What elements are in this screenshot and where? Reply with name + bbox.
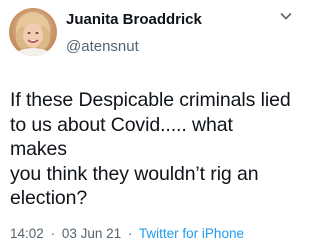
tweet-card: Juanita Broaddrick @atensnut If these De…: [0, 0, 300, 250]
author-name[interactable]: Juanita Broaddrick: [66, 11, 202, 28]
profile-photo-icon: [13, 12, 53, 56]
tweet-metadata: 14:02 · 03 Jun 21 · Twitter for iPhone: [10, 226, 244, 241]
separator-dot: ·: [127, 226, 133, 241]
author-handle[interactable]: @atensnut: [66, 38, 139, 55]
tweet-text: If these Despicable criminals lied to us…: [10, 89, 291, 209]
tweet-time[interactable]: 14:02: [10, 226, 44, 241]
tweet-date[interactable]: 03 Jun 21: [62, 226, 121, 241]
avatar[interactable]: [9, 8, 57, 56]
chevron-down-icon[interactable]: [279, 9, 293, 23]
separator-dot: ·: [50, 226, 56, 241]
tweet-source-link[interactable]: Twitter for iPhone: [139, 226, 244, 241]
